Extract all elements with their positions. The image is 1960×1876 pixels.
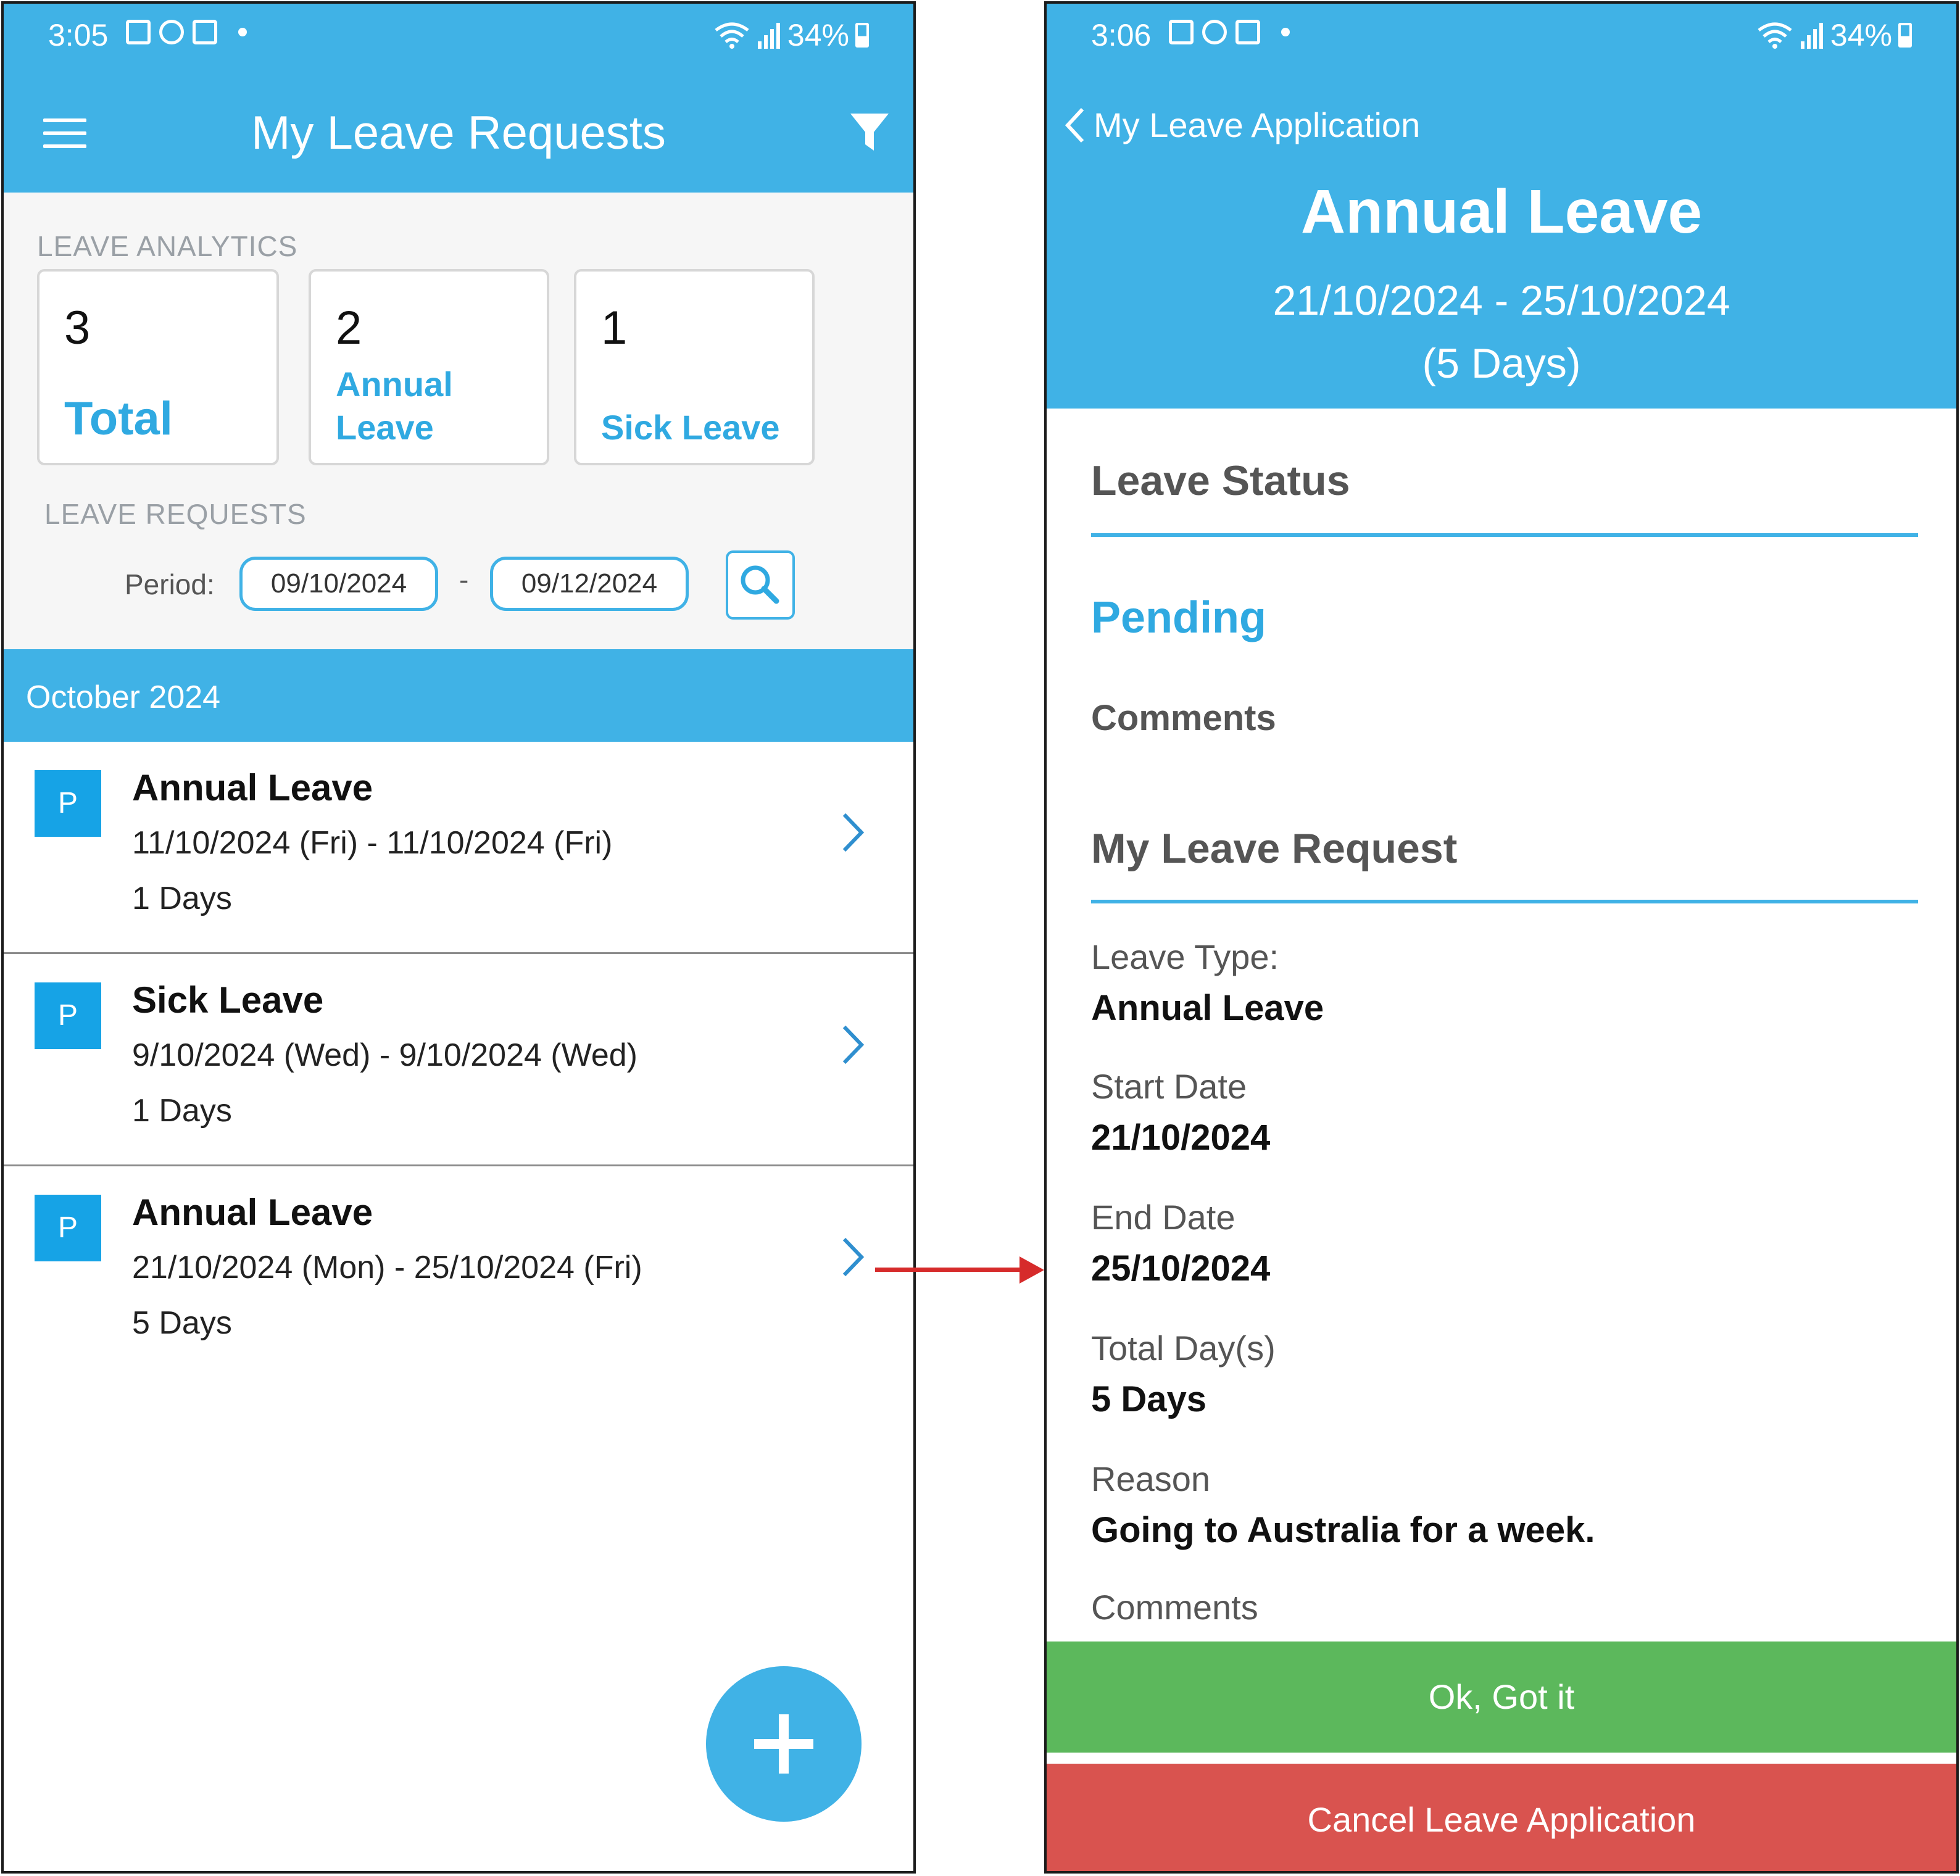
battery-percent: 34%: [787, 18, 849, 52]
status-right: 34%: [713, 17, 869, 53]
settings-icon: [159, 20, 184, 44]
my-leave-request-heading: My Leave Request: [1091, 825, 1458, 872]
leave-title: Annual Leave: [132, 767, 373, 808]
chevron-right-icon[interactable]: [838, 811, 868, 854]
divider: [1091, 533, 1918, 537]
dot-icon: [238, 28, 247, 36]
field-value: 21/10/2024: [1091, 1118, 1271, 1158]
leave-days: 1 Days: [132, 1093, 232, 1129]
notification-icons: [1169, 20, 1290, 44]
wifi-icon: [715, 22, 749, 49]
annual-label-line2: Leave: [336, 408, 434, 447]
card-sick-leave[interactable]: 1 Sick Leave: [574, 269, 815, 465]
connector-arrow: [875, 1268, 1028, 1272]
status-bar: 3:06 34%: [1047, 4, 1956, 72]
settings-icon: [1202, 20, 1227, 44]
field-value: Going to Australia for a week.: [1091, 1510, 1595, 1550]
date-range: 21/10/2024 - 25/10/2024: [1273, 277, 1730, 324]
wifi-icon: [1758, 22, 1792, 49]
leave-dates: 21/10/2024 (Mon) - 25/10/2024 (Fri): [132, 1250, 642, 1285]
plus-icon: [754, 1714, 813, 1774]
back-label: My Leave Application: [1094, 106, 1421, 144]
leave-analytics-panel: LEAVE ANALYTICS 3 Total 2 Annual Leave 1…: [4, 193, 913, 649]
field-value: 5 Days: [1091, 1379, 1207, 1419]
image-icon: [126, 20, 151, 44]
total-label: Total: [64, 392, 173, 445]
search-button[interactable]: [726, 550, 795, 620]
chevron-right-icon[interactable]: [838, 1235, 868, 1279]
field-label: End Date: [1091, 1198, 1235, 1237]
leave-title: Annual Leave: [132, 1192, 373, 1233]
leave-dates: 9/10/2024 (Wed) - 9/10/2024 (Wed): [132, 1037, 637, 1073]
requests-label: LEAVE REQUESTS: [44, 498, 307, 530]
status-badge: P: [35, 982, 101, 1049]
add-leave-button[interactable]: [706, 1666, 862, 1822]
calendar-icon: [193, 20, 217, 44]
leave-requests-screen: 3:05 34% My Leave Requests LEAVE ANALYTI…: [1, 1, 916, 1874]
chevron-left-icon: [1065, 107, 1084, 143]
status-right: 34%: [1756, 17, 1912, 53]
status-time: 3:05: [48, 18, 109, 52]
leave-application-screen: 3:06 34% My Leave Application Annual Lea…: [1044, 1, 1959, 1874]
status-badge: P: [35, 770, 101, 837]
annual-label-line1: Annual: [336, 365, 453, 404]
dot-icon: [1281, 28, 1290, 36]
month-label: October 2024: [26, 679, 221, 715]
period-label: Period:: [125, 568, 215, 600]
list-item[interactable]: P Annual Leave 11/10/2024 (Fri) - 11/10/…: [4, 742, 913, 954]
sick-label: Sick Leave: [601, 408, 780, 447]
image-icon: [1169, 20, 1194, 44]
filter-icon[interactable]: [849, 111, 890, 154]
divider: [1091, 900, 1918, 903]
field-label: Total Day(s): [1091, 1329, 1276, 1368]
battery-icon: [855, 23, 869, 48]
month-header: October 2024: [4, 649, 913, 742]
app-header: 3:06 34% My Leave Application Annual Lea…: [1047, 4, 1956, 409]
signal-icon: [1800, 23, 1823, 49]
leave-days: 1 Days: [132, 881, 232, 916]
card-annual-leave[interactable]: 2 Annual Leave: [309, 269, 549, 465]
field-value: Annual Leave: [1091, 988, 1324, 1028]
calendar-icon: [1235, 20, 1260, 44]
leave-status-heading: Leave Status: [1091, 457, 1350, 504]
back-button[interactable]: My Leave Application: [1063, 105, 1420, 145]
sick-count: 1: [601, 302, 628, 354]
analytics-label: LEAVE ANALYTICS: [37, 230, 298, 262]
leave-title: Sick Leave: [132, 979, 324, 1021]
battery-percent: 34%: [1830, 18, 1892, 52]
field-value: 25/10/2024: [1091, 1248, 1271, 1289]
status-text: Pending: [1091, 593, 1266, 642]
app-header: 3:05 34% My Leave Requests: [4, 4, 913, 193]
list-item[interactable]: P Annual Leave 21/10/2024 (Mon) - 25/10/…: [4, 1166, 913, 1379]
start-date-input[interactable]: 09/10/2024: [239, 557, 438, 611]
connector-arrowhead: [1019, 1256, 1044, 1284]
cancel-leave-button[interactable]: Cancel Leave Application: [1047, 1764, 1956, 1871]
duration: (5 Days): [1422, 340, 1581, 387]
annual-label: Annual Leave: [336, 363, 453, 449]
notification-icons: [126, 20, 247, 44]
status-bar: 3:05 34%: [4, 4, 913, 72]
card-total[interactable]: 3 Total: [37, 269, 279, 465]
battery-icon: [1898, 23, 1912, 48]
leave-days: 5 Days: [132, 1305, 232, 1341]
period-separator: -: [459, 563, 469, 596]
field-label: Reason: [1091, 1459, 1211, 1498]
leave-type-title: Annual Leave: [1300, 177, 1703, 246]
field-label: Start Date: [1091, 1067, 1247, 1106]
status-badge: P: [35, 1195, 101, 1261]
signal-icon: [757, 23, 780, 49]
status-time: 3:06: [1091, 18, 1152, 52]
end-date-input[interactable]: 09/12/2024: [490, 557, 689, 611]
search-icon: [741, 565, 779, 604]
request-comments-label: Comments: [1091, 1588, 1258, 1627]
status-comments-label: Comments: [1091, 698, 1276, 738]
total-count: 3: [64, 302, 91, 354]
annual-count: 2: [336, 302, 362, 354]
list-item[interactable]: P Sick Leave 9/10/2024 (Wed) - 9/10/2024…: [4, 954, 913, 1166]
leave-dates: 11/10/2024 (Fri) - 11/10/2024 (Fri): [132, 825, 613, 861]
page-title: My Leave Requests: [251, 107, 666, 159]
ok-got-it-button[interactable]: Ok, Got it: [1047, 1642, 1956, 1753]
field-label: Leave Type:: [1091, 937, 1279, 976]
chevron-right-icon[interactable]: [838, 1023, 868, 1066]
